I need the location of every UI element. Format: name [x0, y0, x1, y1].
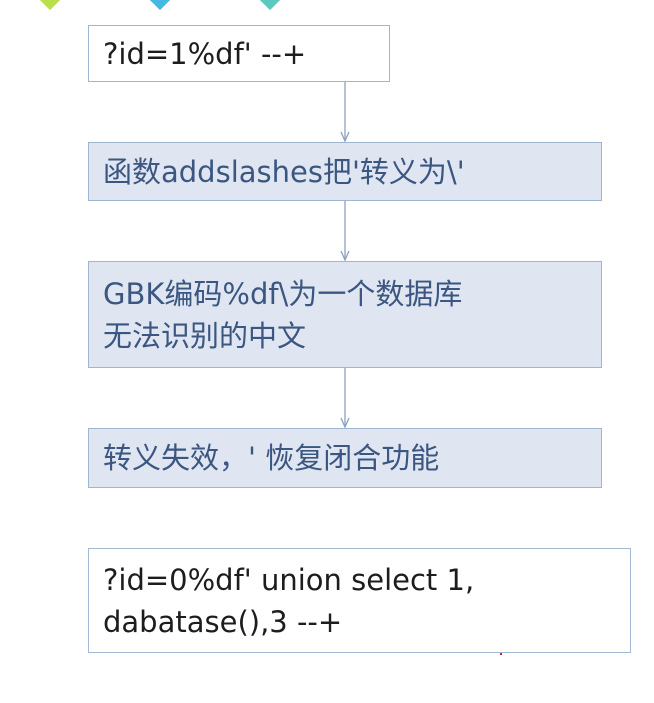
red-dot-mark [500, 653, 502, 655]
flow-arrows [340, 82, 350, 429]
